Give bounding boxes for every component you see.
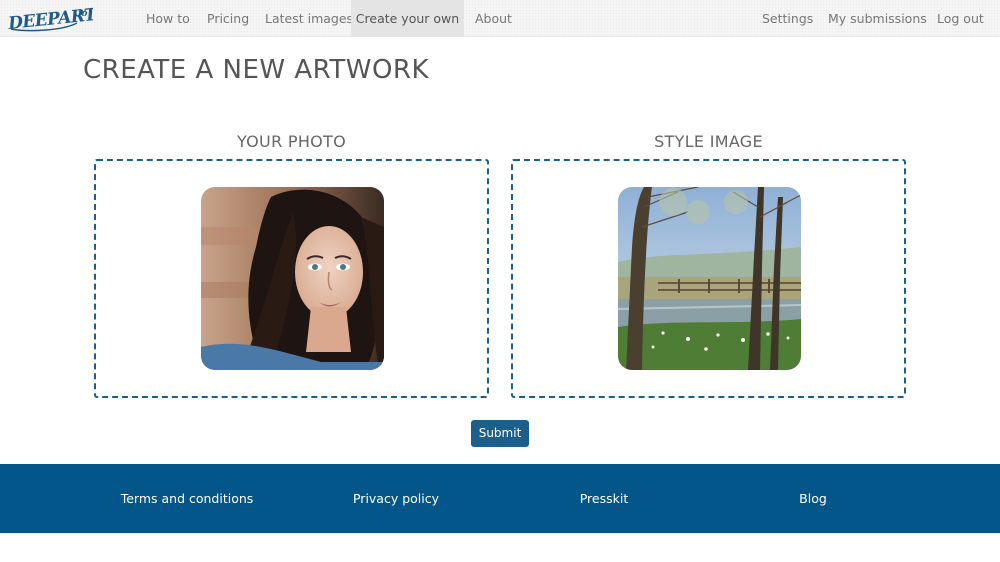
footer-presskit-link[interactable]: Presskit: [504, 464, 704, 533]
nav-about[interactable]: About: [464, 0, 523, 37]
footer-blog-link[interactable]: Blog: [713, 464, 913, 533]
your-photo-thumbnail[interactable]: [201, 187, 384, 370]
style-image-label: STYLE IMAGE: [654, 132, 763, 151]
your-photo-dropzone[interactable]: [94, 159, 489, 398]
footer: Terms and conditions Privacy policy Pres…: [0, 464, 1000, 533]
deepart-logo[interactable]: DEEPART .io: [6, 3, 99, 34]
nav-create-your-own[interactable]: Create your own: [351, 0, 464, 37]
footer-privacy-link[interactable]: Privacy policy: [296, 464, 496, 533]
nav-latest-images[interactable]: Latest images: [254, 0, 364, 37]
style-image-thumbnail[interactable]: [618, 187, 801, 370]
nav-settings[interactable]: Settings: [751, 0, 824, 37]
page-title: CREATE A NEW ARTWORK: [83, 55, 430, 85]
top-navbar: DEEPART .io How to Pricing Latest images…: [0, 0, 1000, 37]
footer-terms-link[interactable]: Terms and conditions: [87, 464, 287, 533]
nav-my-submissions[interactable]: My submissions: [817, 0, 938, 37]
style-image-dropzone[interactable]: [511, 159, 906, 398]
your-photo-label: YOUR PHOTO: [236, 132, 347, 151]
nav-pricing[interactable]: Pricing: [196, 0, 260, 37]
nav-how-to[interactable]: How to: [135, 0, 201, 37]
logo-suffix: .io: [75, 9, 88, 19]
submit-button[interactable]: Submit: [471, 420, 529, 447]
nav-log-out[interactable]: Log out: [926, 0, 995, 37]
